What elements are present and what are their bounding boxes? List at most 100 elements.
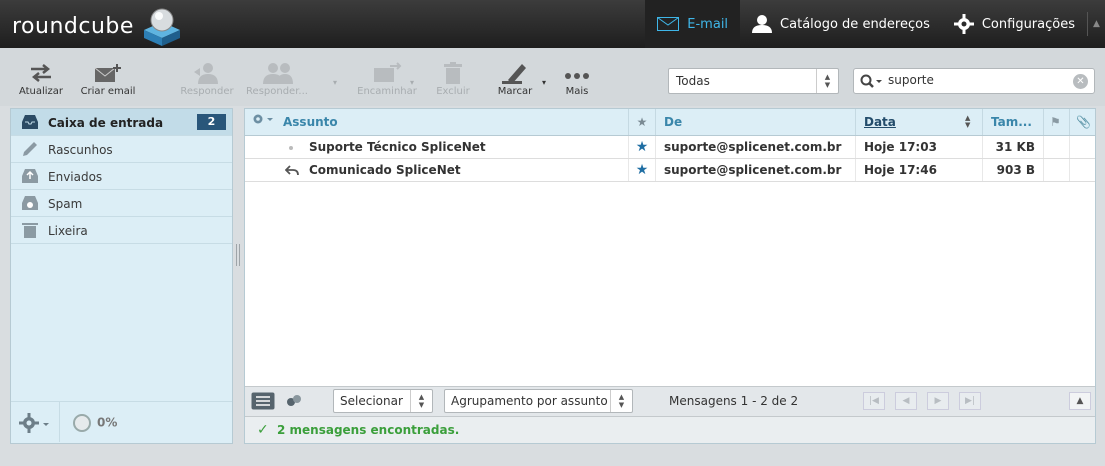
panel-splitter[interactable] <box>236 244 240 266</box>
header-bar: roundcube E-mail Catálogo de endereços C… <box>0 0 1105 48</box>
message-from: suporte@splicenet.com.br <box>655 159 855 181</box>
message-attachment-cell <box>1069 159 1095 181</box>
column-flag-icon[interactable]: ⚑ <box>1043 109 1069 135</box>
footer-divider <box>59 402 60 442</box>
filter-value: Todas <box>676 74 710 88</box>
message-subject: Suporte Técnico SpliceNet <box>309 140 486 154</box>
table-row[interactable]: Suporte Técnico SpliceNet ★ suporte@spli… <box>245 136 1095 159</box>
select-arrows-icon: ▲ ▼ <box>410 390 432 412</box>
select-dropdown[interactable]: Selecionar ▲ ▼ <box>333 389 433 413</box>
next-page-button[interactable]: ▶ <box>927 392 949 410</box>
select-arrows-icon: ▲ ▼ <box>610 390 632 412</box>
refresh-button[interactable]: Atualizar <box>8 62 74 97</box>
list-options-button[interactable] <box>245 109 277 135</box>
drafts-icon <box>23 142 37 156</box>
nav-address-book-label: Catálogo de endereços <box>780 16 930 32</box>
last-page-button[interactable]: ▶| <box>959 392 981 410</box>
flagged-star-icon[interactable]: ★ <box>628 159 655 181</box>
list-view-icon[interactable] <box>251 392 275 410</box>
nav-settings[interactable]: Configurações <box>942 0 1087 48</box>
forward-icon <box>374 62 402 82</box>
column-from[interactable]: De <box>655 109 855 135</box>
unread-status-icon <box>289 146 293 150</box>
quota-value: 0% <box>97 415 118 430</box>
search-icon[interactable] <box>860 74 884 90</box>
gear-icon[interactable] <box>19 413 53 433</box>
search-box: ✕ <box>853 68 1095 94</box>
column-attachment-icon[interactable]: 📎 <box>1069 109 1095 135</box>
top-navigation: E-mail Catálogo de endereços Configuraçõ… <box>645 0 1087 48</box>
folder-list: Caixa de entrada 2 Rascunhos Enviados Sp… <box>10 108 233 444</box>
table-row[interactable]: Comunicado SpliceNet ★ suporte@splicenet… <box>245 159 1095 182</box>
gear-icon <box>253 114 273 124</box>
sent-icon <box>22 169 38 183</box>
column-size[interactable]: Tam... <box>982 109 1043 135</box>
status-bar: ✓ 2 mensagens encontradas. <box>245 416 1095 443</box>
folder-trash-label: Lixeira <box>48 224 88 238</box>
more-button[interactable]: Mais <box>544 62 610 97</box>
message-size: 903 B <box>982 159 1043 181</box>
mark-button[interactable]: Marcar ▾ <box>482 62 548 97</box>
gear-icon <box>953 14 974 34</box>
envelope-icon <box>657 17 680 31</box>
folder-drafts-label: Rascunhos <box>48 143 113 157</box>
message-attachment-cell <box>1069 136 1095 158</box>
folder-sent-label: Enviados <box>48 170 103 184</box>
message-date: Hoje 17:46 <box>855 159 982 181</box>
trash-icon <box>22 223 38 238</box>
select-label: Selecionar <box>340 394 403 408</box>
message-flag-cell[interactable] <box>1043 159 1069 181</box>
column-flag-star-icon[interactable]: ★ <box>628 109 655 135</box>
message-count: Mensagens 1 - 2 de 2 <box>669 394 799 408</box>
folder-sent[interactable]: Enviados <box>11 163 232 190</box>
threading-dropdown[interactable]: Agrupamento por assunto ▲ ▼ <box>444 389 633 413</box>
nav-settings-label: Configurações <box>981 16 1075 32</box>
threads-icon[interactable] <box>285 393 303 409</box>
reply-all-icon <box>263 63 293 84</box>
forward-label: Encaminhar <box>357 86 417 97</box>
message-from: suporte@splicenet.com.br <box>655 136 855 158</box>
status-message: 2 mensagens encontradas. <box>277 423 460 437</box>
search-reset-icon[interactable]: ✕ <box>1073 74 1088 89</box>
message-subject: Comunicado SpliceNet <box>309 163 461 177</box>
expand-preview-button[interactable]: ▲ <box>1069 392 1091 410</box>
search-input[interactable] <box>888 73 1068 87</box>
reply-label: Responder <box>180 86 234 97</box>
contact-icon <box>752 15 773 33</box>
column-date[interactable]: Data <box>855 109 982 135</box>
column-subject[interactable]: Assunto <box>275 109 628 135</box>
first-page-button[interactable]: |◀ <box>863 392 885 410</box>
message-date: Hoje 17:03 <box>855 136 982 158</box>
trash-icon <box>444 62 462 84</box>
roundcube-logo-icon <box>144 8 180 46</box>
folder-inbox[interactable]: Caixa de entrada 2 <box>11 109 232 136</box>
previous-page-button[interactable]: ◀ <box>895 392 917 410</box>
message-list: Assunto ★ De Data ▲ ▼ Tam... ⚑ 📎 Suporte … <box>244 108 1096 444</box>
quota-pie-icon <box>73 414 91 432</box>
nav-email-label: E-mail <box>687 16 729 32</box>
folder-drafts[interactable]: Rascunhos <box>11 136 232 163</box>
nav-email[interactable]: E-mail <box>645 0 741 48</box>
threading-label: Agrupamento por assunto <box>451 394 608 408</box>
message-flag-cell[interactable] <box>1043 136 1069 158</box>
quota-display: 0% <box>73 414 117 432</box>
folder-trash[interactable]: Lixeira <box>11 217 232 244</box>
folder-spam[interactable]: Spam <box>11 190 232 217</box>
reply-button[interactable]: Responder <box>174 62 240 97</box>
replied-icon <box>285 165 299 176</box>
nav-address-book[interactable]: Catálogo de endereços <box>740 0 942 48</box>
app-logo[interactable]: roundcube <box>12 14 134 39</box>
refresh-label: Atualizar <box>18 86 64 97</box>
filter-select[interactable]: Todas ▲ ▼ <box>668 68 839 94</box>
message-list-header: Assunto ★ De Data ▲ ▼ Tam... ⚑ 📎 <box>245 109 1095 136</box>
collapse-arrow-icon[interactable]: ▲ <box>1087 12 1105 36</box>
flagged-star-icon[interactable]: ★ <box>628 136 655 158</box>
message-size: 31 KB <box>982 136 1043 158</box>
reply-all-button[interactable]: Responder... <box>244 62 310 97</box>
mark-label: Marcar <box>497 86 533 97</box>
reply-icon <box>194 63 218 84</box>
spam-icon <box>22 196 38 210</box>
delete-button[interactable]: Excluir <box>425 62 481 97</box>
chevron-down-icon: ▾ <box>410 78 415 87</box>
compose-button[interactable]: Criar email <box>75 62 141 97</box>
